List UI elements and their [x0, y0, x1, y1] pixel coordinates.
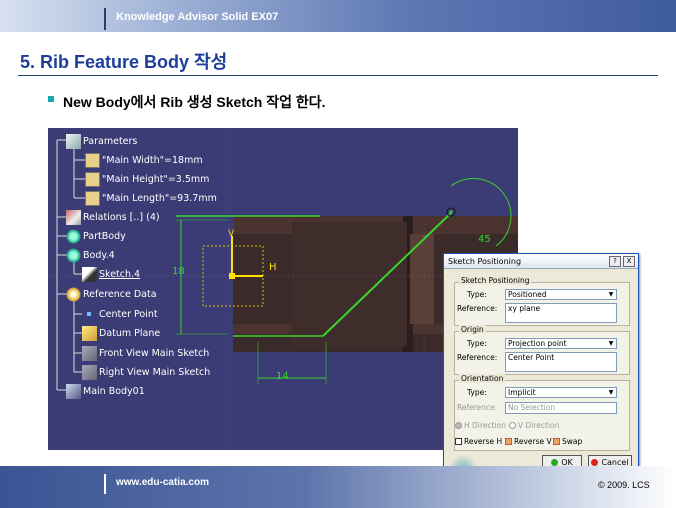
close-button[interactable]: X [623, 255, 635, 267]
title-underline [18, 75, 658, 76]
dialog-title: Sketch Positioning [448, 256, 522, 266]
tree-item-reference-data[interactable]: Reference Data [66, 285, 157, 303]
reference-icon [66, 286, 81, 302]
footer-copyright: © 2009. LCS [598, 480, 650, 490]
point-icon [82, 307, 97, 322]
tree-item-center-point[interactable]: Center Point [82, 305, 158, 323]
orientation-reference-field[interactable]: No Selection [505, 402, 617, 414]
tree-item-datum-plane[interactable]: Datum Plane [82, 324, 160, 342]
parameter-icon [85, 152, 100, 168]
dim-14-label[interactable]: 14 [276, 371, 289, 382]
specification-tree: Parameters "Main Width"=18mm "Main Heigh… [48, 128, 248, 450]
h-direction-radio[interactable]: H Direction [455, 421, 506, 430]
sketch-positioning-dialog: Sketch Positioning ? X Sketch Positionin… [443, 253, 639, 475]
parameter-icon [85, 190, 100, 206]
tree-item-main-height[interactable]: "Main Height"=3.5mm [85, 170, 209, 188]
slide-subtitle: New Body에서 Rib 생성 Sketch 작업 한다. [63, 94, 326, 110]
orientation-group: Orientation Type: Implicit ▼ Reference: N… [454, 374, 630, 451]
tree-item-sketch4[interactable]: Sketch.4 [82, 265, 140, 283]
header-bar: Knowledge Advisor Solid EX07 [0, 0, 676, 32]
sketch-grid-icon [82, 364, 97, 380]
bullet-icon [48, 96, 54, 102]
body-gear-icon [66, 247, 81, 263]
tree-item-parameters[interactable]: Parameters [66, 132, 137, 150]
swap-checkbox[interactable]: Swap [553, 437, 582, 446]
header-separator [104, 8, 106, 30]
plane-icon [82, 325, 97, 341]
footer-bar: www.edu-catia.com © 2009. LCS [0, 466, 676, 508]
sketch-positioning-group: Sketch Positioning Type: Positioned ▼ Ref… [454, 276, 630, 326]
positioning-reference-field[interactable]: xy plane [505, 303, 617, 323]
reverse-h-checkbox[interactable]: Reverse H [455, 437, 502, 446]
v-direction-radio[interactable]: V Direction [509, 421, 559, 430]
tree-item-front-view-sketch[interactable]: Front View Main Sketch [82, 344, 209, 362]
tree-item-main-length[interactable]: "Main Length"=93.7mm [85, 189, 217, 207]
body-icon [66, 383, 81, 399]
tree-item-body4[interactable]: Body.4 [66, 246, 115, 264]
sketch-icon [82, 266, 97, 282]
reverse-v-checkbox[interactable]: Reverse V [505, 437, 552, 446]
tree-item-main-width[interactable]: "Main Width"=18mm [85, 151, 203, 169]
slide-title: 5. Rib Feature Body 작성 [20, 52, 228, 72]
origin-type-select[interactable]: Projection point ▼ [505, 338, 617, 349]
h-axis-label: H [269, 262, 277, 273]
dialog-titlebar: Sketch Positioning ? X [444, 254, 638, 269]
dim-45-label[interactable]: 45 [478, 234, 491, 245]
relations-icon [66, 209, 81, 225]
origin-group: Origin Type: Projection point ▼ Reference… [454, 325, 630, 375]
help-button[interactable]: ? [609, 255, 621, 267]
origin-reference-field[interactable]: Center Point [505, 352, 617, 372]
parameter-icon [85, 171, 100, 187]
orientation-type-select[interactable]: Implicit ▼ [505, 387, 617, 398]
tree-item-main-body01[interactable]: Main Body01 [66, 382, 145, 400]
sketch-grid-icon [82, 345, 97, 361]
footer-url[interactable]: www.edu-catia.com [116, 477, 209, 488]
parameters-icon [66, 133, 81, 149]
body-gear-icon [66, 228, 81, 244]
positioning-type-select[interactable]: Positioned ▼ [505, 289, 617, 300]
tree-item-right-view-sketch[interactable]: Right View Main Sketch [82, 363, 210, 381]
course-title: Knowledge Advisor Solid EX07 [116, 11, 279, 23]
tree-item-partbody[interactable]: PartBody [66, 227, 126, 245]
footer-separator [104, 474, 106, 494]
tree-item-relations[interactable]: Relations [..] (4) [66, 208, 160, 226]
